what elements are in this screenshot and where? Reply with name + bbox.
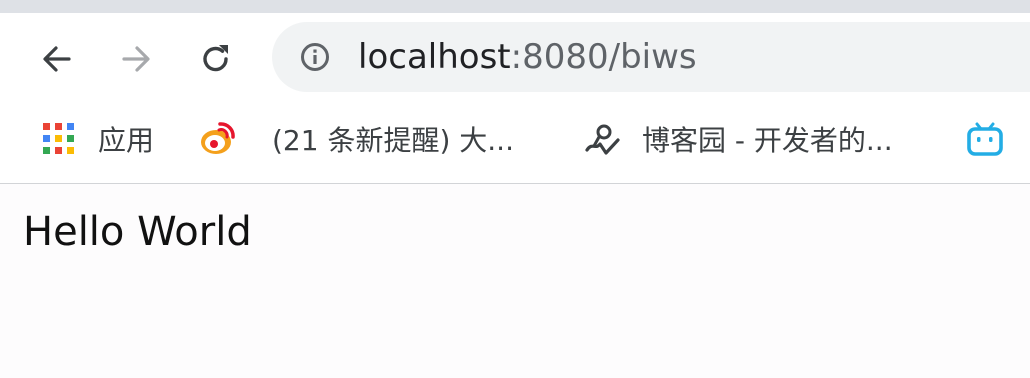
address-bar[interactable]: localhost:8080/biws bbox=[272, 22, 1030, 92]
bookmark-apps-label: 应用 bbox=[98, 124, 155, 157]
forward-button[interactable] bbox=[116, 39, 156, 79]
url-text[interactable]: localhost:8080/biws bbox=[358, 37, 697, 77]
page-body-text: Hello World bbox=[23, 209, 252, 255]
bookmark-apps[interactable]: 应用 bbox=[40, 119, 154, 159]
cnblogs-icon bbox=[584, 120, 622, 158]
forward-arrow-icon bbox=[122, 46, 150, 72]
bookmark-bilibili[interactable] bbox=[966, 119, 1004, 159]
tab-strip bbox=[0, 0, 1030, 13]
bookmarks-bar: 应用 (21 条新提醒) 大... 博客园 - 开发者的... bbox=[0, 101, 1030, 184]
info-icon[interactable] bbox=[299, 41, 331, 73]
bookmark-cnblogs[interactable]: 博客园 - 开发者的... bbox=[584, 119, 893, 159]
bookmark-weibo-label: (21 条新提醒) 大... bbox=[272, 124, 514, 157]
bookmark-cnblogs-label: 博客园 - 开发者的... bbox=[642, 124, 893, 157]
bilibili-icon bbox=[966, 120, 1004, 158]
apps-grid-icon bbox=[40, 120, 78, 158]
weibo-icon bbox=[198, 120, 236, 158]
bookmark-weibo[interactable]: (21 条新提醒) 大... bbox=[198, 119, 514, 159]
browser-toolbar: localhost:8080/biws bbox=[0, 13, 1030, 101]
back-button[interactable] bbox=[37, 39, 77, 79]
url-path: :8080/biws bbox=[510, 37, 697, 77]
page-content: Hello World bbox=[0, 184, 1030, 378]
url-host: localhost bbox=[358, 37, 511, 77]
back-arrow-icon bbox=[43, 46, 71, 72]
reload-icon bbox=[203, 45, 228, 72]
reload-button[interactable] bbox=[196, 39, 236, 79]
